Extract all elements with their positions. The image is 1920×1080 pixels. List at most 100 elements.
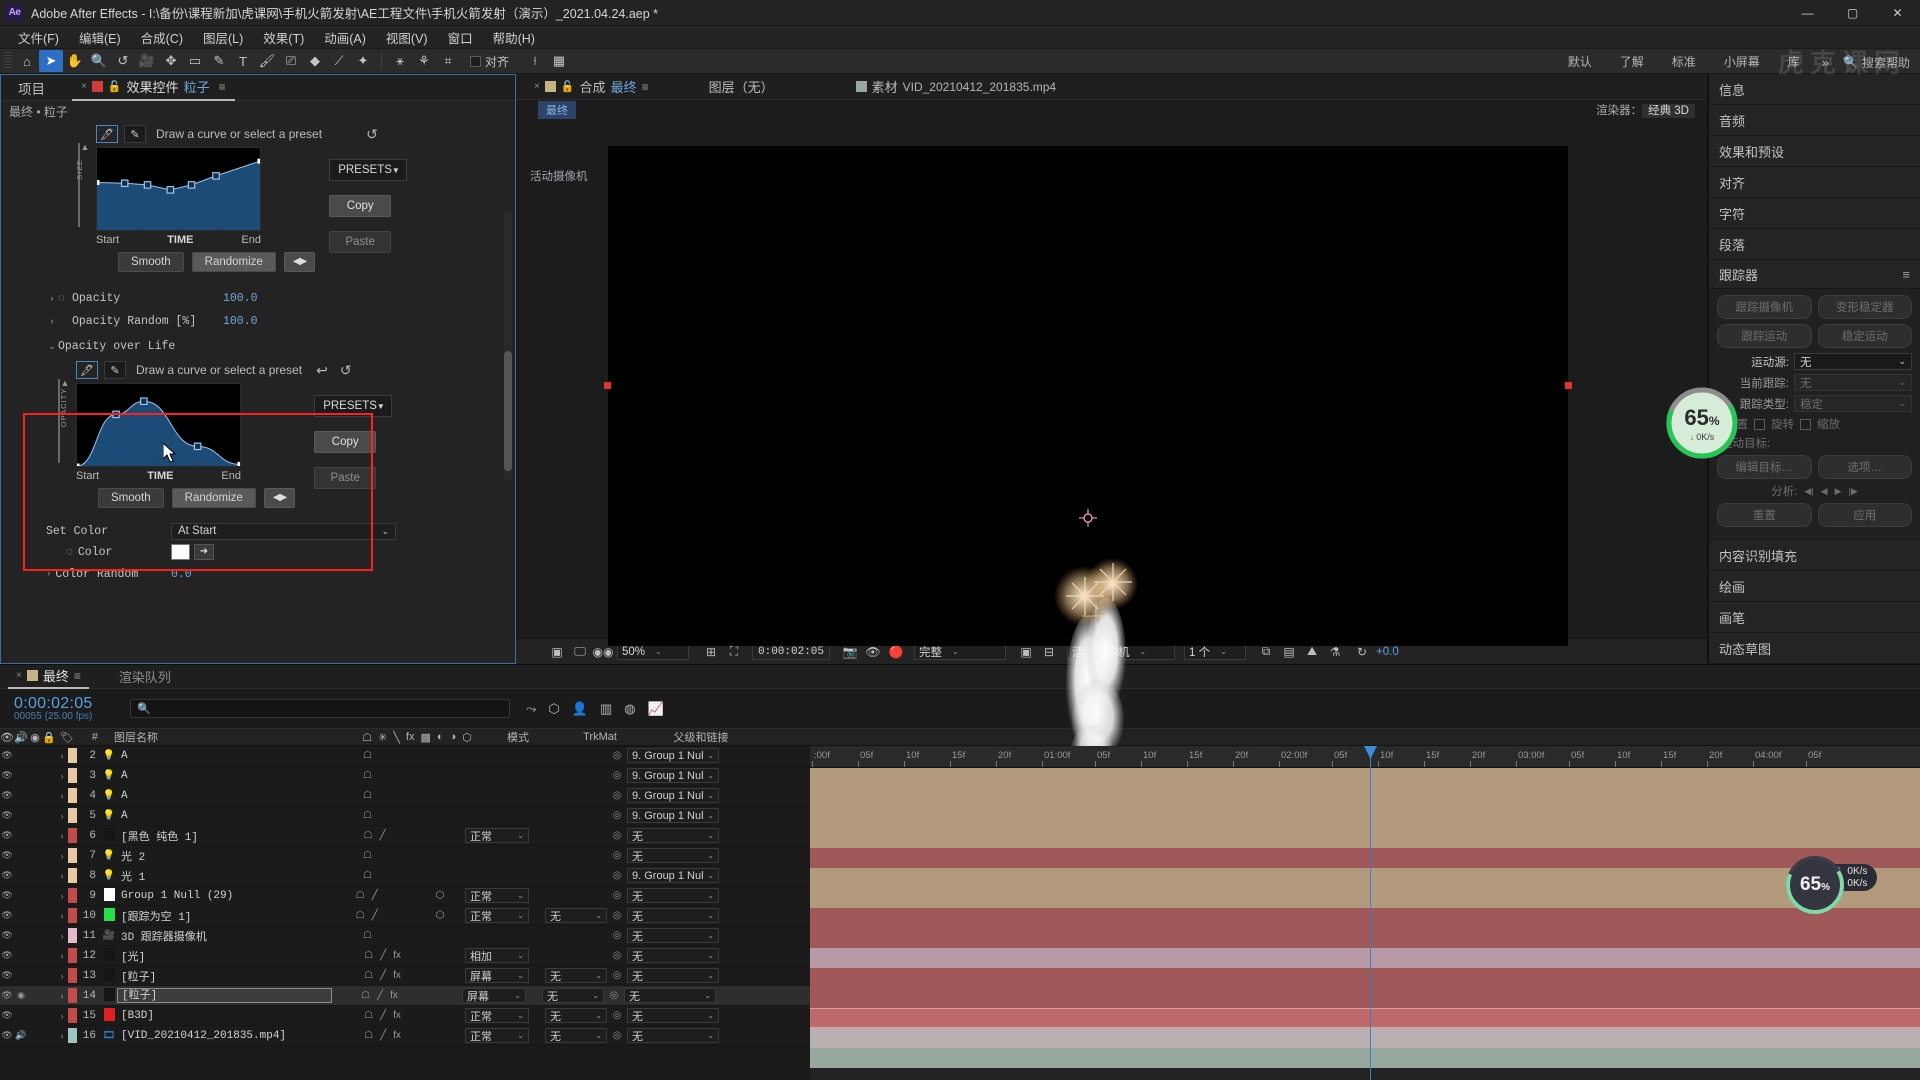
parent-pickwhip-icon[interactable]: ◎ [607,810,627,821]
current-track-dropdown[interactable]: 无 ⌄ [1794,374,1912,391]
track-row[interactable] [810,948,1920,968]
search-help[interactable]: 🔍 搜索帮助 [1837,54,1920,71]
parent-pickwhip-icon[interactable]: ◎ [607,770,627,781]
table-row[interactable]: 👁 › 13 [粒子] ☖ ╱ fx 屏幕 ⌄ 无 ⌄ ◎ 无 ⌄ [0,966,810,986]
tab-timeline-comp[interactable]: × 最终 ≡ [8,665,89,689]
randomize-button[interactable]: Randomize [191,252,276,272]
size-copy-button[interactable]: Copy [329,195,392,217]
layer-twirl-icon[interactable]: › [56,751,68,761]
layer-duration-bar[interactable] [810,928,1920,948]
draft-3d-icon[interactable]: ⬡ [548,701,559,717]
workspace-tab-0[interactable]: 默认 [1554,49,1606,75]
layer-twirl-icon[interactable]: › [56,951,68,961]
table-row[interactable]: 👁 ◉ › 14 [粒子] ☖ ╱ fx 屏幕 ⌄ 无 ⌄ ◎ 无 ⌄ [0,986,810,1006]
track-row[interactable] [810,988,1920,1008]
layer-visibility-icon[interactable]: 👁 [0,890,14,901]
panel-内容识别填充[interactable]: 内容识别填充 [1709,540,1920,571]
layer-visibility-icon[interactable]: 👁 [0,870,14,881]
smooth-button[interactable]: Smooth [98,488,164,508]
quality-icon[interactable]: ╱ [380,950,386,961]
layer-duration-bar[interactable] [810,848,1920,868]
parent-pickwhip-icon[interactable]: ◎ [607,950,627,961]
roto-brush-tool[interactable]: ⟋ [327,50,351,72]
close-button[interactable]: ✕ [1875,0,1920,26]
shy-icon[interactable]: ☖ [356,910,365,921]
track-row[interactable] [810,928,1920,948]
maximize-button[interactable]: ▢ [1830,0,1875,26]
parent-pickwhip-icon[interactable]: ◎ [604,990,624,1001]
layer-twirl-icon[interactable]: › [56,971,68,981]
table-row[interactable]: 👁 › 6 [黑色 纯色 1] ☖ ╱ 正常 ⌄ ◎ 无 ⌄ [0,826,810,846]
set-color-dropdown[interactable]: At Start ⌄ [171,522,396,540]
shy-icon[interactable]: ☖ [364,1010,373,1021]
layer-name[interactable]: A [117,790,335,802]
parent-pickwhip-icon[interactable]: ◎ [607,790,627,801]
layer-visibility-icon[interactable]: 👁 [0,990,14,1001]
analyze-forward-icon[interactable]: ▶ [1835,486,1842,497]
workspace-tab-2[interactable]: 标准 [1658,49,1710,75]
timeline-ruler[interactable]: :00f 05f 10f 15f 20f 01:00f 05f 10f 15f 20f 02:00f… [810,746,1920,768]
eraser-tool[interactable]: ◆ [303,50,327,72]
composition-viewer[interactable]: 活动摄像机 [516,120,1707,777]
shy-icon[interactable]: ☖ [363,790,372,801]
layer-switches[interactable]: ☖ [335,850,465,861]
effect-controls-scrollbar[interactable] [504,211,512,481]
layer-name-input[interactable]: [粒子] [117,988,332,1003]
layer-duration-bar[interactable] [810,888,1920,908]
three-d-icon[interactable]: ⬡ [436,910,445,921]
tab-layer[interactable]: 图层（无） [699,74,784,100]
lock-icon[interactable]: 🔓 [108,80,122,93]
rotation-tool[interactable]: ↺ [111,50,135,72]
parent-pickwhip-icon[interactable]: ◎ [607,1010,627,1021]
menu-item-4[interactable]: 效果(T) [253,26,314,49]
track-type-dropdown[interactable]: 稳定 ⌄ [1794,395,1912,412]
layer-parent-dropdown[interactable]: 无 ⌄ [624,988,716,1003]
hand-tool[interactable]: ✋ [63,50,87,72]
layer-trkmat-dropdown[interactable]: 无 ⌄ [545,1028,607,1043]
layer-switches[interactable]: ☖ ╱ fx [332,990,462,1001]
puppet-tool[interactable]: ✦ [351,50,375,72]
reset-icon[interactable]: ↺ [366,126,378,143]
layer-color-chip[interactable] [68,828,77,843]
layer-color-chip[interactable] [68,808,77,823]
layer-visibility-icon[interactable]: 👁 [0,970,14,981]
apply-button[interactable]: 应用 [1817,503,1912,527]
layer-visibility-icon[interactable]: 👁 [0,910,14,921]
panel-menu-icon[interactable]: ≡ [219,80,226,94]
layer-name[interactable]: 3D 跟踪器摄像机 [117,928,335,944]
tab-composition[interactable]: × 🔓 合成 最终 ≡ [524,74,659,100]
nudge-arrows-button[interactable]: ◀▶ [263,488,296,508]
layer-mode-dropdown[interactable]: 屏幕 ⌄ [462,988,526,1003]
layer-twirl-icon[interactable]: › [56,911,68,921]
analyze-next-frame-icon[interactable]: |▶ [1849,486,1858,497]
layer-parent-dropdown[interactable]: 9. Group 1 Nul ⌄ [627,768,719,783]
anchor-center-icon[interactable]: ⚹ [388,50,412,72]
track-row[interactable] [810,788,1920,808]
layer-visibility-icon[interactable]: 👁 [0,750,14,761]
playhead[interactable] [1364,746,1377,1080]
layer-visibility-icon[interactable]: 👁 [0,1030,14,1041]
track-motion-button[interactable]: 跟踪运动 [1717,324,1812,348]
layer-duration-bar[interactable] [810,988,1920,1008]
layer-search-input[interactable]: 🔍 [130,699,510,718]
align-checkbox[interactable] [470,55,481,67]
layer-twirl-icon[interactable]: › [56,1031,68,1041]
type-tool[interactable]: T [231,50,255,72]
opacity-copy-button[interactable]: Copy [314,431,377,453]
panel-menu-icon[interactable]: ≡ [74,669,81,683]
quality-icon[interactable]: ╱ [379,830,385,841]
pencil-curve-icon[interactable]: ✎ [124,125,146,143]
layer-name[interactable]: A [117,770,335,782]
pencil-curve-icon[interactable]: ✎ [104,361,126,379]
layer-switches[interactable]: ☖ ╱ fx [335,1030,465,1041]
quality-icon[interactable]: ╱ [372,890,378,901]
tab-project[interactable]: 项目 [9,75,54,101]
layer-trkmat-dropdown[interactable]: 无 ⌄ [542,988,604,1003]
anchor-pivot-icon[interactable]: ⚘ [412,50,436,72]
shy-icon[interactable]: ☖ [364,970,373,981]
layer-duration-bar[interactable] [810,1048,1920,1068]
layer-audio-icon[interactable]: ◉ [14,990,28,1001]
quality-icon[interactable]: ╱ [380,1010,386,1021]
frame-blending-icon[interactable]: ▥ [600,701,612,717]
layer-color-chip[interactable] [68,868,77,883]
